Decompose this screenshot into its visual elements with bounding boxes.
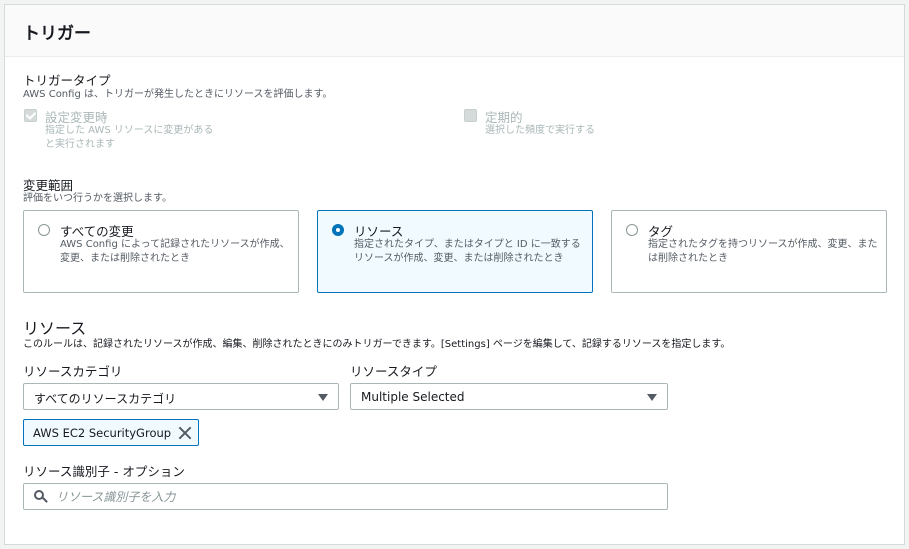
resource-identifier-label: リソース識別子 - オプション	[23, 464, 185, 479]
resource-category-select[interactable]: すべてのリソースカテゴリ	[23, 383, 339, 410]
config-change-checkbox[interactable]	[24, 109, 37, 122]
config-change-desc-line2: と実行されます	[45, 139, 115, 150]
trigger-type-description: AWS Config は、トリガーが発生したときにリソースを評価します。	[23, 89, 333, 100]
resource-type-select[interactable]: Multiple Selected	[350, 383, 668, 410]
resource-type-value: Multiple Selected	[361, 390, 465, 404]
periodic-desc: 選択した頻度で実行する	[485, 125, 595, 136]
search-icon	[34, 490, 48, 503]
resource-type-token: AWS EC2 SecurityGroup	[23, 419, 199, 446]
tile-desc-tags: 指定されたタグを持つリソースが作成、変更、または削除されたとき	[648, 239, 878, 264]
resource-type-label: リソースタイプ	[350, 364, 437, 379]
scope-tile-resources[interactable]: リソース 指定されたタイプ、またはタイプと ID に一致するリソースが作成、変更…	[317, 210, 593, 293]
radio-resources[interactable]	[332, 224, 344, 236]
resource-identifier-input[interactable]	[56, 487, 656, 507]
tile-desc-resources: 指定されたタイプ、またはタイプと ID に一致するリソースが作成、変更、または削…	[354, 239, 581, 264]
caret-down-icon	[318, 394, 328, 401]
radio-all-changes[interactable]	[38, 224, 50, 236]
panel-header: トリガー	[5, 5, 904, 57]
trigger-type-label: トリガータイプ	[23, 73, 111, 88]
panel-title: トリガー	[23, 24, 91, 44]
resources-description: このルールは、記録されたリソースが作成、編集、削除されたときにのみトリガーできま…	[23, 339, 731, 350]
resources-heading: リソース	[23, 319, 87, 338]
config-change-desc-line1: 指定した AWS リソースに変更がある	[45, 125, 214, 136]
close-icon[interactable]	[178, 426, 192, 440]
trigger-panel: トリガー トリガータイプ AWS Config は、トリガーが発生したときにリソ…	[4, 4, 905, 545]
caret-down-icon	[647, 394, 657, 401]
periodic-checkbox[interactable]	[464, 109, 477, 122]
resource-category-value: すべてのリソースカテゴリ	[34, 392, 177, 406]
scope-tile-all-changes[interactable]: すべての変更 AWS Config によって記録されたリソースが作成、変更、また…	[23, 210, 299, 293]
token-label: AWS EC2 SecurityGroup	[33, 426, 172, 440]
resource-identifier-field[interactable]	[23, 483, 668, 510]
scope-tile-tags[interactable]: タグ 指定されたタグを持つリソースが作成、変更、または削除されたとき	[611, 210, 887, 293]
radio-tags[interactable]	[626, 224, 638, 236]
scope-description: 評価をいつ行うかを選択します。	[23, 193, 172, 204]
tile-desc-all-changes: AWS Config によって記録されたリソースが作成、変更、または削除されたと…	[60, 239, 290, 264]
resource-category-label: リソースカテゴリ	[23, 364, 123, 379]
